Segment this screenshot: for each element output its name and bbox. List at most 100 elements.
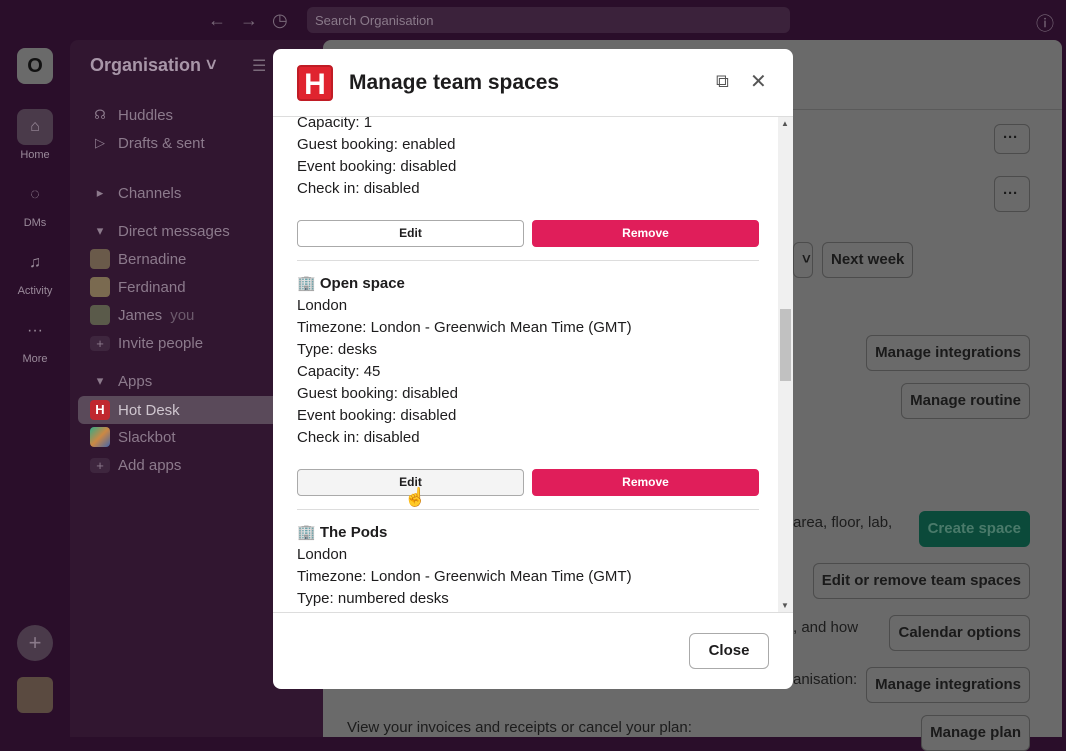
plus-icon: + [90, 335, 110, 351]
text: area, floor, lab, [793, 514, 893, 531]
headphones-icon: ☊ [94, 107, 106, 122]
slackbot-icon [90, 427, 110, 447]
avatar [90, 305, 110, 325]
avatar [90, 277, 110, 297]
label: Add apps [118, 456, 182, 474]
space-detail: Check in: disabled [297, 180, 420, 197]
rail-label: Home [20, 149, 50, 161]
text: , and how [793, 619, 859, 636]
pointer-cursor-icon: ☝ [404, 487, 427, 507]
rail-label: More [22, 353, 48, 365]
you-label: you [170, 306, 195, 324]
space-card: Capacity: 1 Guest booking: enabled Event… [297, 117, 759, 261]
modal-header: H Manage team spaces ⧉ ✕ [273, 49, 793, 117]
rail-label: DMs [23, 217, 47, 229]
user-avatar[interactable] [17, 677, 53, 713]
label: Invite people [118, 334, 204, 352]
send-icon: ▷ [95, 135, 105, 150]
calendar-options-button[interactable]: Calendar options [889, 615, 1030, 651]
manage-integrations-button[interactable]: Manage integrations [866, 335, 1030, 371]
modal-title: Manage team spaces [349, 71, 560, 94]
plus-icon: + [90, 457, 110, 473]
manage-routine-button[interactable]: Manage routine [901, 383, 1030, 419]
label: Ferdinand [118, 278, 186, 296]
space-detail: Timezone: London - Greenwich Mean Time (… [297, 568, 632, 585]
rail-more[interactable]: ··· More [0, 313, 70, 365]
label: Bernadine [118, 250, 187, 268]
hot-desk-logo: H [90, 400, 110, 420]
modal-footer: Close [273, 612, 793, 689]
label: Direct messages [118, 222, 230, 240]
more-icon: ··· [27, 322, 43, 339]
text: View your invoices and receipts or cance… [347, 719, 692, 736]
edit-remove-spaces-button[interactable]: Edit or remove team spaces [812, 563, 1030, 599]
rail-label: Activity [17, 285, 53, 297]
more-button[interactable]: ··· [994, 176, 1030, 212]
hot-desk-logo: H [297, 65, 333, 101]
divider [297, 509, 759, 510]
forward-icon[interactable]: → [240, 10, 258, 31]
space-detail: Type: desks [297, 341, 378, 358]
remove-button[interactable]: Remove [532, 469, 759, 496]
avatar [90, 249, 110, 269]
edit-button[interactable]: Edit [297, 220, 524, 247]
workspace-switcher[interactable]: O [17, 48, 53, 84]
caret-right-icon: ▸ [96, 185, 104, 200]
building-icon: 🏢 [297, 275, 316, 292]
caret-down-icon: ▾ [96, 373, 104, 388]
search-input[interactable]: Search Organisation [307, 7, 790, 33]
label: Slackbot [118, 428, 176, 446]
caret-down-icon: ▾ [96, 223, 104, 238]
close-button[interactable]: Close [689, 633, 769, 669]
help-icon[interactable]: ⓘ [1036, 10, 1054, 36]
label: James [118, 306, 163, 324]
space-detail: London [297, 546, 348, 563]
label: Channels [118, 184, 182, 202]
dms-icon: ◌ [30, 186, 40, 203]
next-week-button[interactable]: Next week [822, 242, 914, 278]
home-icon: ⌂ [17, 109, 53, 145]
org-name[interactable]: Organisation ˅ [90, 55, 217, 76]
space-detail: Type: numbered desks [297, 590, 449, 607]
manage-team-spaces-modal: H Manage team spaces ⧉ ✕ Capacity: 1 Gue… [273, 49, 793, 689]
space-detail: Event booking: disabled [297, 158, 457, 175]
history-icon[interactable]: ◷ [272, 10, 288, 31]
space-detail: Check in: disabled [297, 429, 420, 446]
label: Apps [118, 372, 153, 390]
dropdown-button[interactable]: ˅ [793, 242, 813, 278]
manage-plan-button[interactable]: Manage plan [921, 715, 1030, 751]
space-detail: London [297, 297, 348, 314]
label: Huddles [118, 106, 174, 124]
filter-icon[interactable]: ☰ [252, 56, 266, 76]
building-icon: 🏢 [297, 524, 316, 541]
scrollbar-thumb[interactable] [780, 309, 791, 381]
more-button[interactable]: ··· [994, 124, 1030, 154]
add-workspace-button[interactable]: + [17, 625, 53, 661]
bell-icon: ♫ [29, 254, 41, 271]
divider [297, 260, 759, 261]
close-icon[interactable]: ✕ [750, 69, 767, 94]
manage-integrations-button[interactable]: Manage integrations [866, 667, 1030, 703]
rail-activity[interactable]: ♫ Activity [0, 245, 70, 297]
space-detail: Guest booking: disabled [297, 385, 458, 402]
rail-dms[interactable]: ◌ DMs [0, 177, 70, 229]
space-name: The Pods [319, 524, 388, 541]
space-detail: Timezone: London - Greenwich Mean Time (… [297, 319, 632, 336]
space-name: Open space [319, 275, 405, 292]
space-detail: Event booking: disabled [297, 407, 457, 424]
back-icon[interactable]: ← [208, 10, 226, 31]
popout-icon[interactable]: ⧉ [716, 71, 729, 92]
scroll-up-icon[interactable]: ▲ [781, 119, 789, 128]
remove-button[interactable]: Remove [532, 220, 759, 247]
space-detail: Guest booking: enabled [297, 136, 456, 153]
create-space-button[interactable]: Create space [918, 511, 1030, 547]
modal-body: Capacity: 1 Guest booking: enabled Event… [273, 117, 793, 612]
label: Drafts & sent [118, 134, 205, 152]
space-card-open-space: 🏢 Open space London Timezone: London - G… [297, 273, 759, 510]
label: Hot Desk [118, 401, 180, 419]
text: anisation: [793, 671, 858, 688]
scrollbar[interactable]: ▲ ▼ [778, 117, 793, 612]
space-card-the-pods: 🏢 The Pods London Timezone: London - Gre… [297, 522, 759, 610]
scroll-down-icon[interactable]: ▼ [781, 601, 789, 610]
rail-home[interactable]: ⌂ Home [0, 109, 70, 161]
